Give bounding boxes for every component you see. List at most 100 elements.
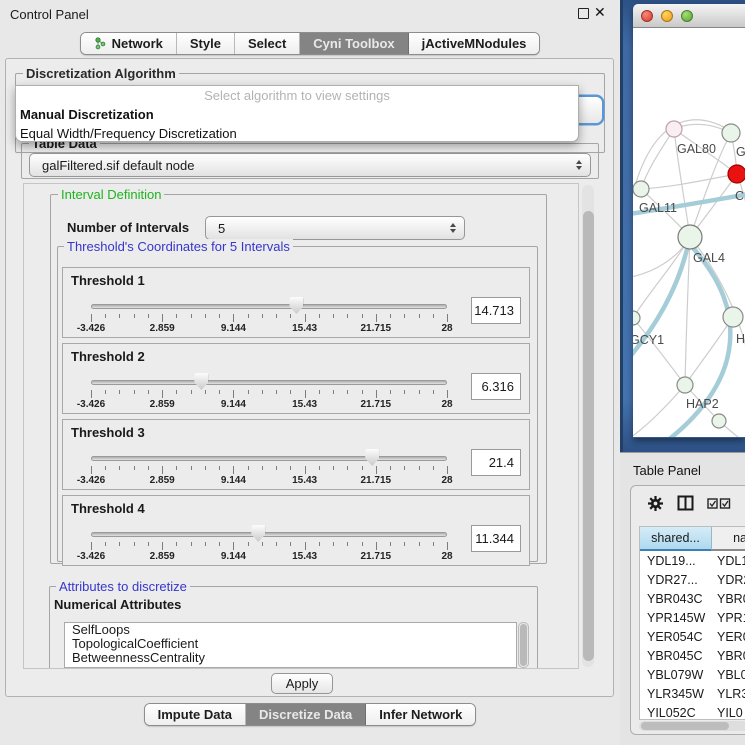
table-cell-shared-name[interactable]: YLR345W [640, 684, 712, 703]
slider-track[interactable] [91, 456, 447, 461]
table-horizontal-scrollbar[interactable] [639, 721, 745, 731]
slider-track[interactable] [91, 532, 447, 537]
network-edge[interactable] [641, 174, 737, 189]
network-edge[interactable] [633, 318, 685, 385]
threshold-value-field[interactable]: 11.344 [471, 525, 521, 552]
tick-mark [205, 542, 206, 546]
slider-track[interactable] [91, 380, 447, 385]
zoom-traffic-light-icon[interactable] [681, 10, 693, 22]
numerical-attributes-list[interactable]: SelfLoopsTopologicalCoefficientBetweenne… [64, 622, 517, 668]
slider-thumb[interactable] [289, 297, 303, 314]
table-cell-shared-name[interactable]: YER054C [640, 627, 712, 646]
network-node-C[interactable] [728, 165, 745, 183]
network-node-H[interactable] [723, 307, 743, 327]
tab-style[interactable]: Style [177, 33, 235, 54]
columns-icon[interactable] [677, 495, 694, 511]
apply-button[interactable]: Apply [271, 673, 333, 694]
attributes-list-scrollbar[interactable] [518, 622, 529, 668]
network-canvas[interactable]: GAL80GCGAL11GAL4GCY1HHAP2 [633, 28, 745, 437]
network-edge[interactable] [641, 129, 674, 189]
tick-mark [447, 314, 448, 322]
threshold-value-field[interactable]: 6.316 [471, 373, 521, 400]
scrollbar-thumb[interactable] [583, 211, 594, 661]
attributes-group-label: Attributes to discretize [56, 579, 190, 594]
slider-track[interactable] [91, 304, 447, 309]
network-window[interactable]: GAL80GCGAL11GAL4GCY1HHAP2 [633, 4, 745, 438]
close-traffic-light-icon[interactable] [641, 10, 653, 22]
column-header-shared-name[interactable]: shared... [640, 527, 712, 551]
scrollbar-thumb[interactable] [641, 722, 729, 730]
network-node-n9[interactable] [712, 414, 726, 428]
gear-icon[interactable] [647, 495, 664, 512]
network-node-HAP2[interactable] [677, 377, 693, 393]
tick-mark [262, 542, 263, 546]
table-cell-name[interactable]: YIL0 [712, 703, 745, 720]
table-cell-name[interactable]: YPR1 [712, 608, 745, 627]
network-node-GAL80[interactable] [666, 121, 682, 137]
table-row[interactable]: YBR043CYBR0 [640, 589, 745, 608]
panel-vertical-scrollbar[interactable] [582, 185, 594, 667]
float-window-icon[interactable] [578, 8, 589, 19]
network-edge[interactable] [633, 385, 685, 437]
slider-thumb[interactable] [365, 449, 379, 466]
tab-infer-network[interactable]: Infer Network [366, 704, 475, 725]
tick-mark [233, 542, 234, 550]
column-header-name[interactable]: na [712, 527, 745, 551]
table-row[interactable]: YBR045CYBR0 [640, 646, 745, 665]
tick-mark [162, 314, 163, 322]
threshold-value-field[interactable]: 14.713 [471, 297, 521, 324]
table-row[interactable]: YER054CYER0 [640, 627, 745, 646]
slider-thumb[interactable] [194, 373, 208, 390]
tab-network[interactable]: Network [81, 33, 177, 54]
checkbox-icons[interactable] [707, 498, 731, 509]
spinner-arrows-icon [450, 223, 456, 233]
algorithm-option-manual[interactable]: Manual Discretization [16, 105, 578, 124]
tab-jactivemodules[interactable]: jActiveMNodules [409, 33, 540, 54]
algorithm-option-equal-width[interactable]: Equal Width/Frequency Discretization [16, 124, 578, 143]
table-cell-shared-name[interactable]: YDR27... [640, 570, 712, 589]
tick-mark [119, 390, 120, 394]
table-cell-shared-name[interactable]: YPR145W [640, 608, 712, 627]
network-edge[interactable] [633, 120, 731, 238]
attribute-list-item[interactable]: SelfLoops [65, 623, 516, 637]
tab-impute-data[interactable]: Impute Data [145, 704, 246, 725]
table-cell-shared-name[interactable]: YBR043C [640, 589, 712, 608]
table-cell-shared-name[interactable]: YBL079W [640, 665, 712, 684]
table-row[interactable]: YDL19...YDL1 [640, 551, 745, 570]
close-icon[interactable]: ✕ [594, 4, 606, 21]
table-cell-shared-name[interactable]: YIL052C [640, 703, 712, 720]
table-row[interactable]: YBL079WYBL0 [640, 665, 745, 684]
tab-select[interactable]: Select [235, 33, 300, 54]
table-cell-shared-name[interactable]: YDL19... [640, 551, 712, 570]
network-node-G[interactable] [722, 124, 740, 142]
tick-mark [134, 314, 135, 318]
tab-discretize-data[interactable]: Discretize Data [246, 704, 366, 725]
threshold-value-field[interactable]: 21.4 [471, 449, 521, 476]
number-of-intervals-combobox[interactable]: 5 [205, 216, 465, 240]
network-node-GAL11[interactable] [633, 181, 649, 197]
slider-thumb[interactable] [251, 525, 265, 542]
tab-cyni-toolbox[interactable]: Cyni Toolbox [300, 33, 408, 54]
attribute-list-item[interactable]: BetweennessCentrality [65, 651, 516, 665]
table-cell-name[interactable]: YBR0 [712, 646, 745, 665]
network-node-GCY1[interactable] [633, 311, 640, 325]
table-row[interactable]: YLR345WYLR3 [640, 684, 745, 703]
table-row[interactable]: YPR145WYPR1 [640, 608, 745, 627]
control-panel-titlebar: Control Panel ✕ [0, 0, 620, 28]
table-cell-name[interactable]: YDL1 [712, 551, 745, 570]
table-cell-name[interactable]: YBR0 [712, 589, 745, 608]
table-row[interactable]: YDR27...YDR2 [640, 570, 745, 589]
attribute-list-item[interactable]: TopologicalCoefficient [65, 637, 516, 651]
network-edge[interactable] [685, 317, 733, 385]
table-cell-name[interactable]: YER0 [712, 627, 745, 646]
algorithm-placeholder-option[interactable]: Select algorithm to view settings [16, 86, 578, 105]
table-data-combobox[interactable]: galFiltered.sif default node [29, 153, 591, 177]
network-node-GAL4[interactable] [678, 225, 702, 249]
table-cell-name[interactable]: YBL0 [712, 665, 745, 684]
minimize-traffic-light-icon[interactable] [661, 10, 673, 22]
table-cell-name[interactable]: YLR3 [712, 684, 745, 703]
table-cell-name[interactable]: YDR2 [712, 570, 745, 589]
threshold-4-box: Threshold 4-3.4262.8599.14415.4321.71528… [62, 495, 530, 566]
table-row[interactable]: YIL052CYIL0 [640, 703, 745, 720]
table-cell-shared-name[interactable]: YBR045C [640, 646, 712, 665]
